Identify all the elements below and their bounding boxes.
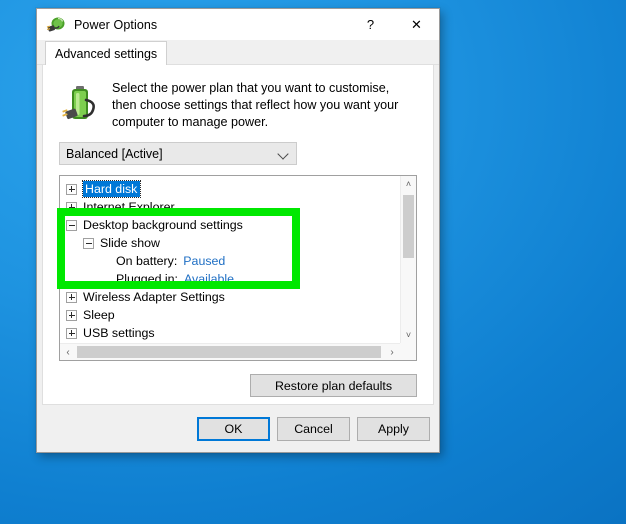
tree-row-label: Internet Explorer	[83, 200, 175, 214]
battery-plug-icon	[59, 80, 107, 128]
scrollbar-corner	[400, 343, 416, 360]
tree-row[interactable]: Sleep	[66, 306, 400, 324]
intro-block: Select the power plan that you want to c…	[43, 65, 433, 131]
ok-button[interactable]: OK	[197, 416, 270, 441]
title-bar: Power Options ? ✕	[37, 9, 439, 40]
tree-row[interactable]: Wireless Adapter Settings	[66, 288, 400, 306]
advanced-settings-tree[interactable]: Hard disk Internet Explorer Desktop backgr…	[59, 175, 417, 361]
scroll-left-arrow-icon[interactable]: ‹	[60, 344, 76, 360]
chevron-down-icon	[279, 149, 289, 159]
vertical-scroll-thumb[interactable]	[403, 195, 414, 258]
power-plug-icon	[46, 15, 66, 35]
tree-row[interactable]: Desktop background settings	[66, 216, 400, 234]
tree-row[interactable]: USB settings	[66, 324, 400, 342]
expand-icon[interactable]	[66, 327, 77, 339]
power-plan-select[interactable]: Balanced [Active]	[59, 142, 297, 165]
expand-icon[interactable]	[66, 183, 77, 195]
cancel-button[interactable]: Cancel	[277, 416, 350, 441]
tree-row[interactable]: Slide show	[66, 234, 400, 252]
window-title: Power Options	[74, 17, 158, 32]
power-plan-value: Balanced [Active]	[66, 146, 163, 161]
tree-row-label: Wireless Adapter Settings	[83, 290, 225, 304]
tree-row-label: USB settings	[83, 326, 155, 340]
tree-rows: Hard disk Internet Explorer Desktop backgr…	[60, 176, 400, 360]
tree-vertical-scrollbar[interactable]: ˄ ˅	[400, 176, 416, 343]
restore-row: Restore plan defaults	[43, 374, 433, 397]
expand-icon[interactable]	[66, 309, 77, 321]
close-button[interactable]: ✕	[394, 9, 439, 40]
tree-horizontal-scrollbar[interactable]: ‹ ›	[60, 343, 416, 360]
tree-row-label: Slide show	[100, 236, 160, 250]
expand-icon[interactable]	[66, 201, 77, 213]
tree-row-label: Sleep	[83, 308, 115, 322]
tree-row-label: Plugged in:	[116, 272, 179, 286]
restore-plan-defaults-button[interactable]: Restore plan defaults	[250, 374, 417, 397]
tree-row[interactable]: Plugged in: Available	[66, 270, 400, 288]
tree-row-value[interactable]: Available	[184, 272, 234, 286]
tree-row-label: Hard disk	[81, 180, 142, 198]
advanced-settings-panel: Select the power plan that you want to c…	[42, 65, 434, 405]
tree-viewport: Hard disk Internet Explorer Desktop backgr…	[60, 176, 416, 360]
collapse-icon[interactable]	[66, 219, 77, 231]
intro-text: Select the power plan that you want to c…	[112, 81, 399, 129]
tree-row-label: Desktop background settings	[83, 218, 243, 232]
scroll-down-arrow-icon[interactable]: ˅	[401, 327, 416, 343]
scroll-up-arrow-icon[interactable]: ˄	[401, 176, 416, 192]
expand-icon[interactable]	[66, 291, 77, 303]
horizontal-scroll-thumb[interactable]	[77, 346, 381, 358]
tree-row[interactable]: On battery: Paused	[66, 252, 400, 270]
help-button[interactable]: ?	[348, 9, 393, 40]
apply-button[interactable]: Apply	[357, 416, 430, 441]
scroll-right-arrow-icon[interactable]: ›	[384, 344, 400, 360]
power-options-window: Power Options ? ✕ Advanced settings Sele…	[36, 8, 440, 453]
tree-row[interactable]: Internet Explorer	[66, 198, 400, 216]
tab-advanced-settings[interactable]: Advanced settings	[45, 41, 168, 65]
collapse-icon[interactable]	[83, 237, 94, 249]
tab-strip: Advanced settings	[37, 40, 439, 65]
tree-row[interactable]: Hard disk	[66, 180, 400, 198]
tree-row-label: On battery:	[116, 254, 178, 268]
tree-row-value[interactable]: Paused	[183, 254, 225, 268]
dialog-footer: OK Cancel Apply	[37, 405, 439, 452]
